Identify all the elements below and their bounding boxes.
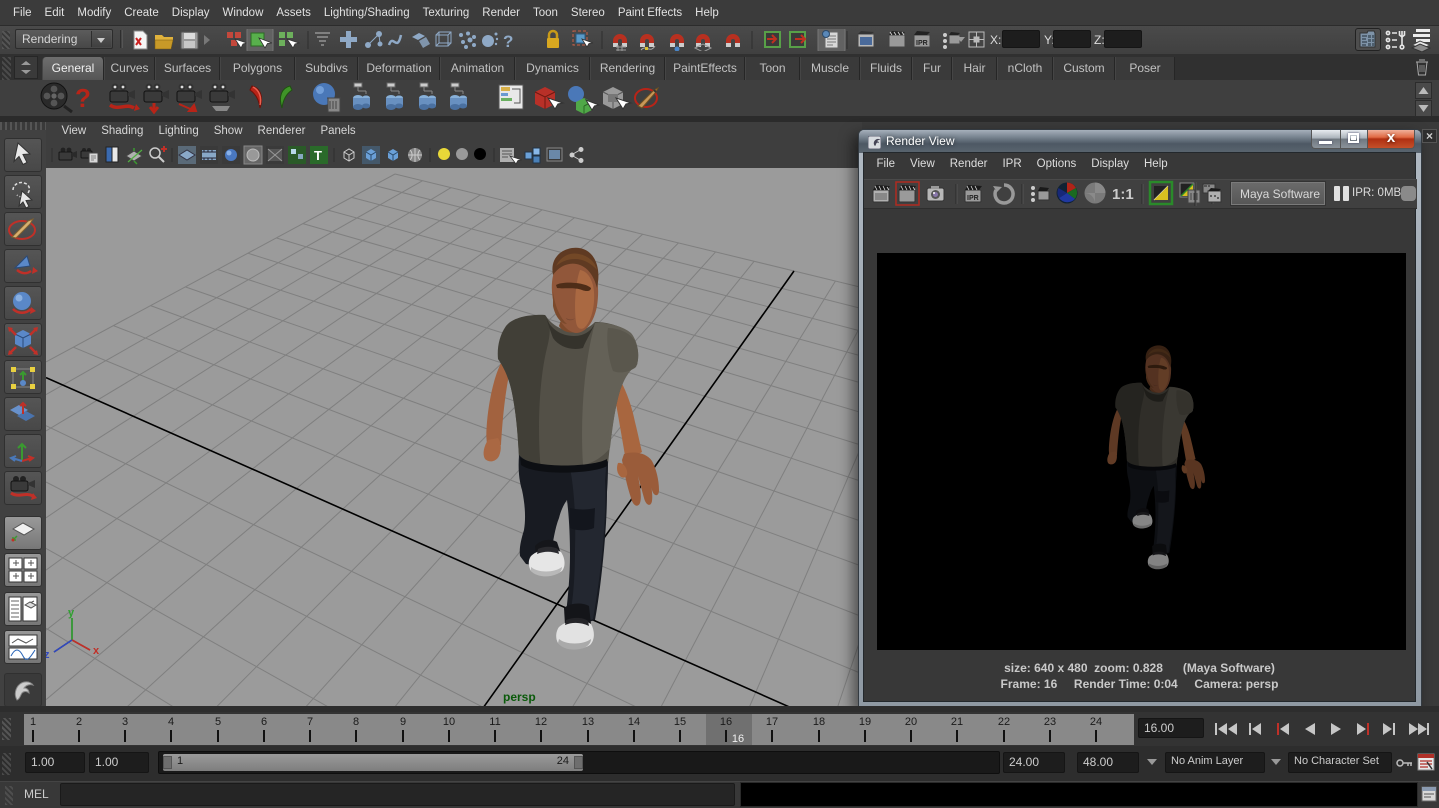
svg-text:6: 6 xyxy=(261,716,267,728)
svg-text:21: 21 xyxy=(951,716,963,728)
svg-text:11: 11 xyxy=(489,716,500,728)
svg-text:1:1: 1:1 xyxy=(1112,186,1134,203)
svg-text:persp: persp xyxy=(503,690,536,704)
svg-text:8: 8 xyxy=(353,716,359,728)
svg-text:13: 13 xyxy=(582,716,594,728)
svg-text:IPR: IPR xyxy=(916,40,928,47)
svg-text:y: y xyxy=(68,607,75,619)
svg-text:9: 9 xyxy=(400,716,406,728)
svg-text:4: 4 xyxy=(168,716,174,728)
svg-text:19: 19 xyxy=(859,716,871,728)
svg-text:x: x xyxy=(93,645,100,657)
svg-text:IPR: IPR xyxy=(967,195,979,202)
svg-text:20: 20 xyxy=(905,716,917,728)
svg-text:16: 16 xyxy=(720,716,732,728)
svg-text:7: 7 xyxy=(307,716,313,728)
svg-text:?: ? xyxy=(75,83,91,113)
svg-text:12: 12 xyxy=(535,716,547,728)
svg-text:5: 5 xyxy=(215,716,221,728)
svg-text:17: 17 xyxy=(766,716,778,728)
svg-text:18: 18 xyxy=(813,716,825,728)
svg-text:1: 1 xyxy=(30,716,36,728)
svg-text:3: 3 xyxy=(122,716,128,728)
svg-text:16: 16 xyxy=(732,733,744,745)
svg-text:23: 23 xyxy=(1044,716,1056,728)
svg-text:T: T xyxy=(314,148,322,163)
svg-text:?: ? xyxy=(503,32,513,51)
svg-text:22: 22 xyxy=(998,716,1010,728)
svg-text:2: 2 xyxy=(76,716,82,728)
svg-text:14: 14 xyxy=(628,716,640,728)
svg-text:10: 10 xyxy=(443,716,455,728)
svg-text:15: 15 xyxy=(674,716,686,728)
svg-text:24: 24 xyxy=(1090,716,1102,728)
svg-text:z: z xyxy=(46,649,50,661)
